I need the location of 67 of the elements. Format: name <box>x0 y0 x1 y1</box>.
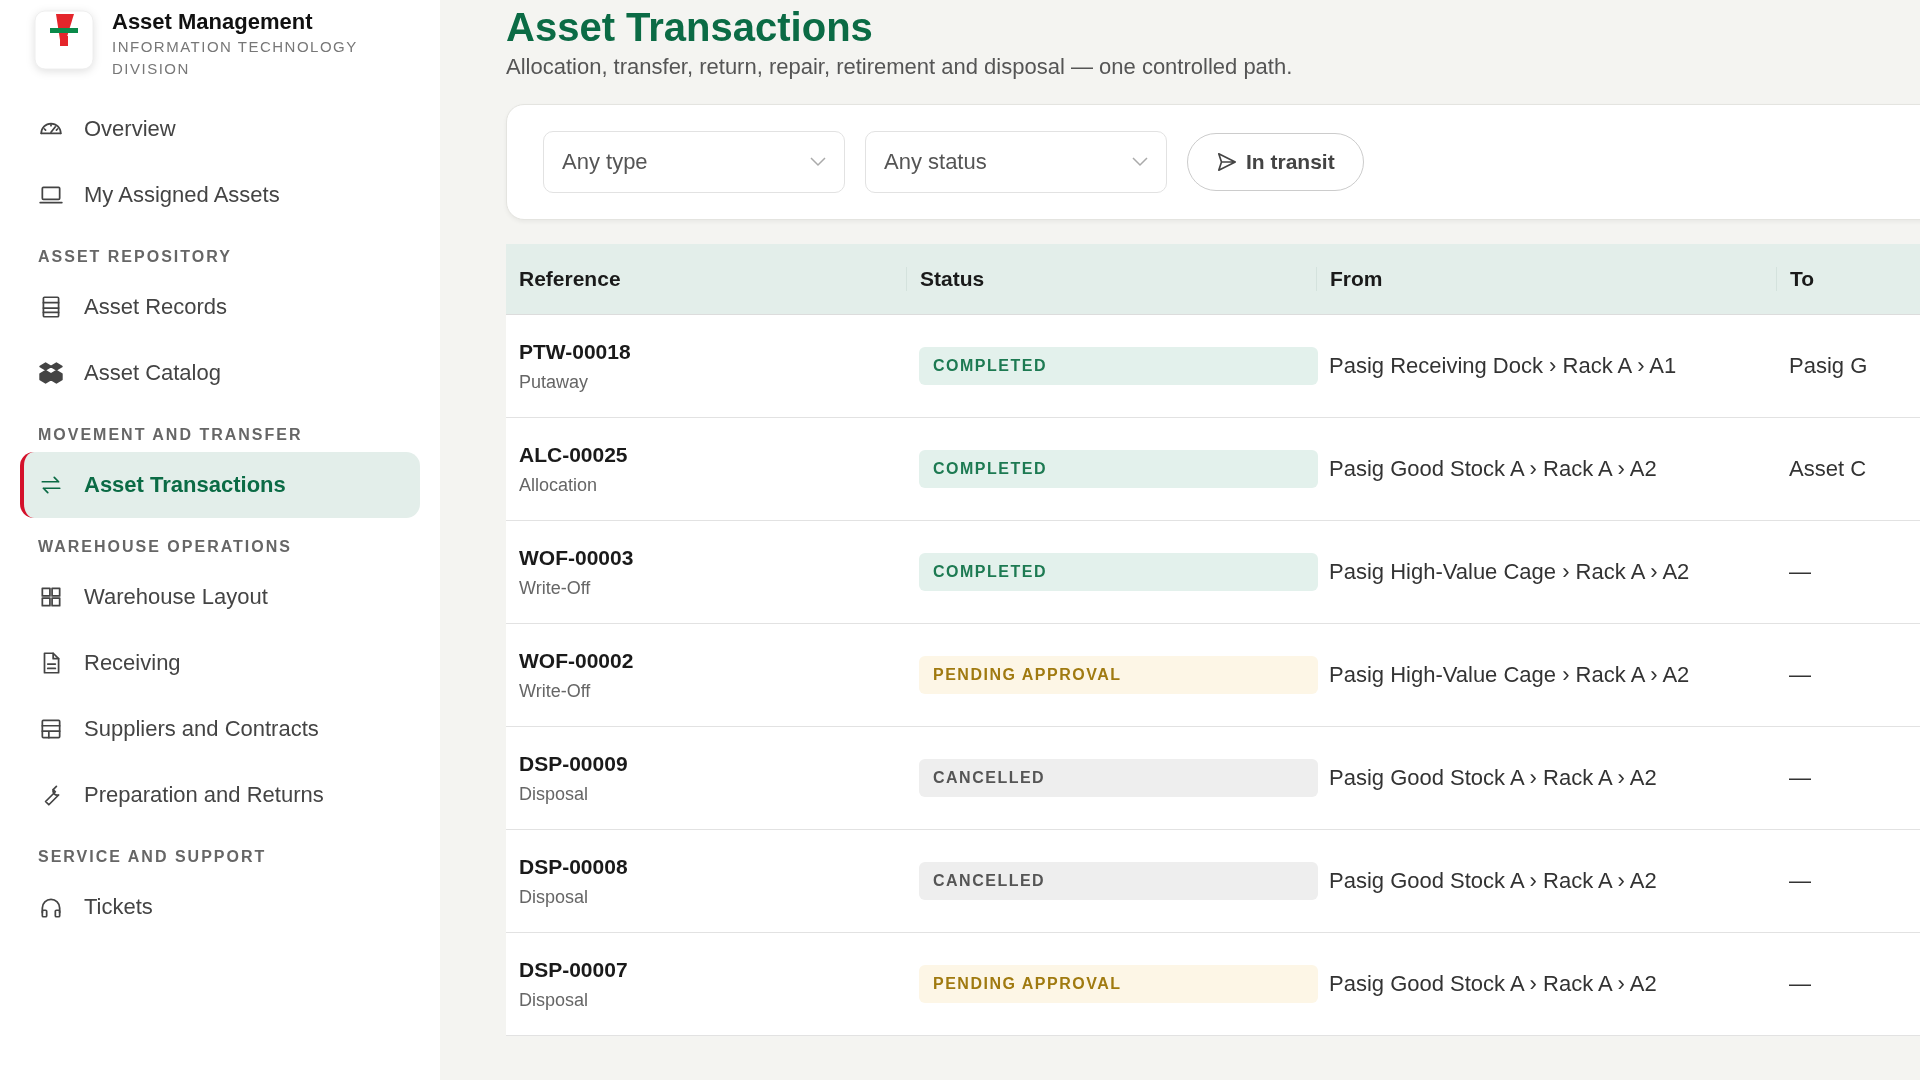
sidebar-item[interactable]: Overview <box>20 96 420 162</box>
type-select[interactable]: Any type <box>543 131 845 193</box>
table-cell: Pasig Good Stock A › Rack A › A2 <box>1329 456 1657 481</box>
page-title: Asset Transactions <box>506 4 874 50</box>
status-badge: CANCELLED <box>919 862 1318 900</box>
table-cell: Pasig Good Stock A › Rack A › A2 <box>1329 868 1657 893</box>
sidebar-item[interactable]: Warehouse Layout <box>20 564 420 630</box>
column-header: Reference <box>518 267 622 291</box>
grid-icon <box>38 584 64 610</box>
sidebar-item[interactable]: Suppliers and Contracts <box>20 696 420 762</box>
type-text: Disposal <box>519 989 590 1011</box>
column-header: From <box>1316 267 1776 291</box>
reference-text: DSP-00008 <box>519 854 629 879</box>
division-label: INFORMATION TECHNOLOGY DIVISION <box>112 37 359 79</box>
status-badge: COMPLETED <box>919 450 1318 488</box>
sidebar-item[interactable]: Asset Catalog <box>20 340 420 406</box>
sidebar-item[interactable]: Tickets <box>20 874 420 940</box>
logo-icon <box>34 10 94 70</box>
type-text: Allocation <box>519 474 599 496</box>
status-badge: CANCELLED <box>919 759 1318 797</box>
chevron-down-icon <box>810 157 826 167</box>
table-cell: Pasig Good Stock A › Rack A › A2 <box>1329 971 1657 996</box>
type-text: Disposal <box>519 783 590 805</box>
in-transit-button[interactable]: In transit <box>1187 133 1364 191</box>
chevron-down-icon <box>1132 157 1148 167</box>
type-text: Putaway <box>519 371 590 393</box>
sidebar-item[interactable]: Asset Transactions <box>20 452 420 518</box>
table-cell: Asset C <box>1789 456 1867 481</box>
reference-text: DSP-00007 <box>519 957 629 982</box>
status-badge: COMPLETED <box>919 347 1318 385</box>
table-cell: — <box>1789 971 1811 996</box>
table-cell: — <box>1789 559 1811 584</box>
column-header: To <box>1776 267 1920 291</box>
status-badge: PENDING APPROVAL <box>919 965 1318 1003</box>
type-text: Write-Off <box>519 577 592 599</box>
table-cell: Pasig High-Value Cage › Rack A › A2 <box>1329 662 1690 687</box>
status-badge: COMPLETED <box>919 553 1318 591</box>
table-cell: Pasig G <box>1789 353 1868 378</box>
status-badge: PENDING APPROVAL <box>919 656 1318 694</box>
reference-text: DSP-00009 <box>519 751 629 776</box>
column-header: Status <box>906 267 1316 291</box>
section-heading: ASSET REPOSITORY <box>37 247 233 267</box>
sidebar-item[interactable]: Preparation and Returns <box>20 762 420 828</box>
section-heading: WAREHOUSE OPERATIONS <box>37 537 293 557</box>
send-icon <box>1216 151 1238 173</box>
reference-text: PTW-00018 <box>519 339 632 364</box>
table-cell: — <box>1789 868 1811 893</box>
reference-text: WOF-00003 <box>519 545 635 570</box>
reference-text: ALC-00025 <box>519 442 629 467</box>
table-cell: Pasig Good Stock A › Rack A › A2 <box>1329 765 1657 790</box>
table-cell: — <box>1789 765 1811 790</box>
table-cell: Pasig High-Value Cage › Rack A › A2 <box>1329 559 1690 584</box>
table-cell: — <box>1789 662 1811 687</box>
sidebar-item[interactable]: My Assigned Assets <box>20 162 420 228</box>
store-icon <box>38 716 64 742</box>
sidebar-item[interactable]: Receiving <box>20 630 420 696</box>
section-heading: MOVEMENT AND TRANSFER <box>37 425 304 445</box>
table-cell: Pasig Receiving Dock › Rack A › A1 <box>1329 353 1677 378</box>
status-select[interactable]: Any status <box>865 131 1167 193</box>
boxes-icon <box>38 360 64 386</box>
type-text: Disposal <box>519 886 590 908</box>
page-subtitle: Allocation, transfer, return, repair, retirement and disposal — one controlled path. <box>506 54 1294 80</box>
type-text: Write-Off <box>519 680 592 702</box>
section-heading: SERVICE AND SUPPORT <box>37 847 268 867</box>
sidebar-item[interactable]: Asset Records <box>20 274 420 340</box>
reference-text: WOF-00002 <box>519 648 635 673</box>
app-title: Asset Management <box>112 10 314 34</box>
